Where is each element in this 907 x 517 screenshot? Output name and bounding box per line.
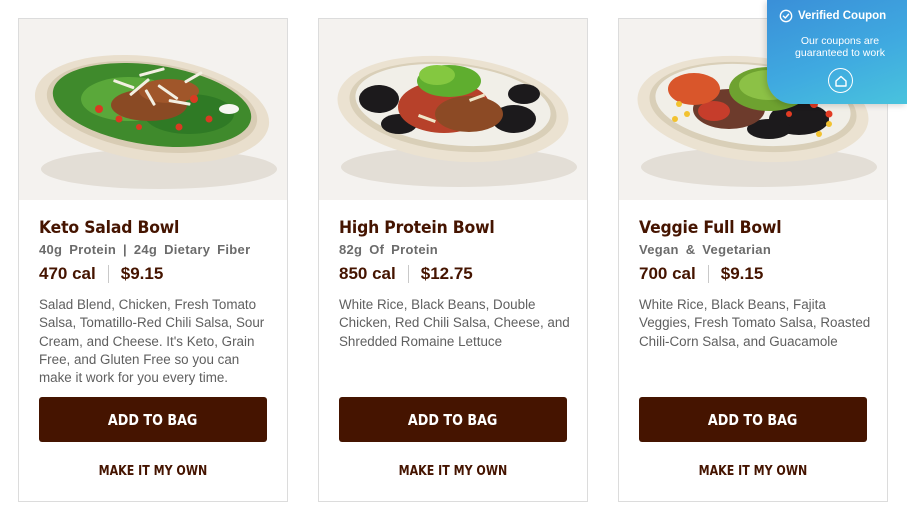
card-subtitle: 40g Protein | 24g Dietary Fiber: [39, 242, 251, 257]
price: $12.75: [420, 264, 473, 283]
verified-coupon-badge[interactable]: Verified Coupon Our coupons are guarante…: [767, 0, 907, 104]
price-row: 470 cal $9.15: [39, 263, 163, 285]
price-row: 850 cal $12.75: [339, 263, 473, 285]
make-it-my-own-label: MAKE IT MY OWN: [398, 463, 508, 479]
add-to-bag-label: ADD TO BAG: [408, 410, 498, 429]
card-title: High Protein Bowl: [339, 218, 495, 238]
card-subtitle: Vegan & Vegetarian: [639, 242, 772, 257]
add-to-bag-label: ADD TO BAG: [108, 410, 198, 429]
calories: 470 cal: [39, 264, 96, 283]
card-title: Keto Salad Bowl: [39, 218, 180, 238]
check-circle-icon: [779, 9, 793, 23]
make-it-my-own-link[interactable]: MAKE IT MY OWN: [339, 459, 567, 483]
calories: 850 cal: [339, 264, 396, 283]
price-divider: [707, 265, 709, 283]
make-it-my-own-link[interactable]: MAKE IT MY OWN: [639, 459, 867, 483]
card-title: Veggie Full Bowl: [639, 218, 782, 238]
make-it-my-own-link[interactable]: MAKE IT MY OWN: [39, 459, 267, 483]
calories: 700 cal: [639, 264, 696, 283]
coupon-text: Our coupons are guaranteed to work: [795, 35, 885, 59]
price-row: 700 cal $9.15: [639, 263, 763, 285]
coupon-logo-icon[interactable]: [828, 68, 853, 93]
coupon-title: Verified Coupon: [798, 10, 887, 22]
keto-salad-bowl-image[interactable]: [19, 19, 287, 200]
price: $9.15: [720, 264, 764, 283]
menu-card-keto-salad-bowl: Keto Salad Bowl 40g Protein | 24g Dietar…: [18, 18, 288, 502]
high-protein-bowl-image[interactable]: [319, 19, 587, 200]
menu-card-high-protein-bowl: High Protein Bowl 82g Of Protein 850 cal…: [318, 18, 588, 502]
house-icon: [834, 75, 847, 87]
make-it-my-own-label: MAKE IT MY OWN: [698, 463, 808, 479]
make-it-my-own-label: MAKE IT MY OWN: [98, 463, 208, 479]
add-to-bag-label: ADD TO BAG: [708, 410, 798, 429]
price-divider: [107, 265, 109, 283]
card-subtitle: 82g Of Protein: [339, 242, 439, 257]
add-to-bag-button[interactable]: ADD TO BAG: [339, 397, 567, 442]
price-divider: [407, 265, 409, 283]
card-description: White Rice, Black Beans, Double Chicken,…: [339, 297, 570, 349]
card-description: White Rice, Black Beans, Fajita Veggies,…: [639, 297, 871, 349]
coupon-header: Verified Coupon: [779, 9, 886, 23]
add-to-bag-button[interactable]: ADD TO BAG: [639, 397, 867, 442]
price: $9.15: [120, 264, 164, 283]
card-description: Salad Blend, Chicken, Fresh Tomato Salsa…: [39, 297, 265, 386]
add-to-bag-button[interactable]: ADD TO BAG: [39, 397, 267, 442]
